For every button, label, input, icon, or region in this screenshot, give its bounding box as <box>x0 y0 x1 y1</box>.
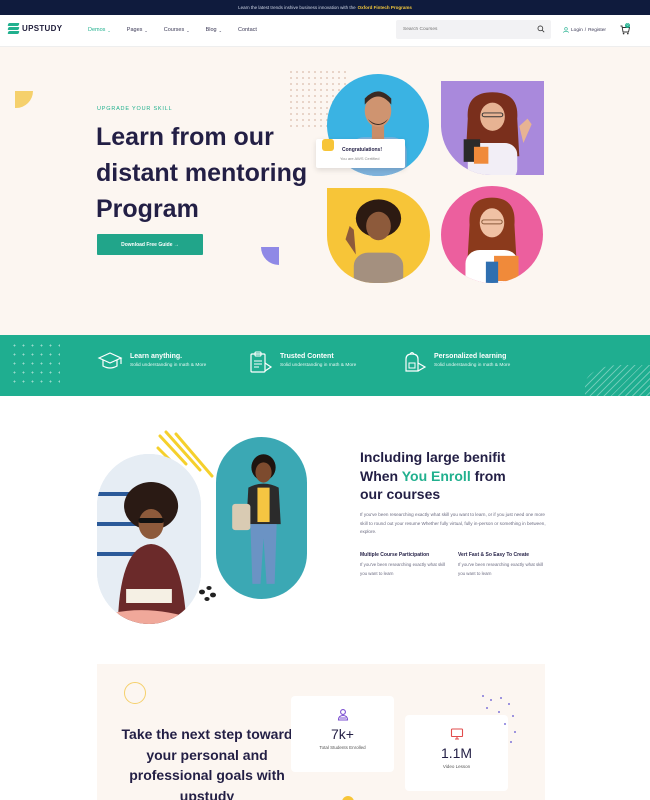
clipboard-icon <box>250 351 273 373</box>
pebbles-decoration <box>199 586 216 601</box>
feature-personalized-learning: Personalized learning Solid understandin… <box>401 351 510 373</box>
chevron-down-icon: ⌄ <box>144 27 148 33</box>
auth-separator: / <box>584 27 587 33</box>
feature-subtitle: Solid understanding in math & More <box>434 363 511 368</box>
auth-links: Login / Register <box>563 27 606 33</box>
user-icon <box>563 27 569 33</box>
stats-title: Take the next step toward your personal … <box>121 726 293 800</box>
chevron-down-icon: ⌄ <box>107 27 111 33</box>
perk-fast-easy: Vert Fast & So Easy To Create If you've … <box>458 551 548 579</box>
perk-text: If you've been researching exactly what … <box>458 562 544 576</box>
feature-trusted-content: Trusted Content Solid understanding in m… <box>247 351 356 373</box>
certificate-icon <box>322 139 334 151</box>
chevron-down-icon: ⌄ <box>186 27 190 33</box>
feature-title: Personalized learning <box>434 353 507 360</box>
feature-learn-anything: Learn anything. Solid understanding in m… <box>97 351 206 373</box>
hero-kicker: UPGRADE YOUR SKILL <box>97 106 173 112</box>
nav-label: Pages <box>126 27 143 33</box>
users-icon <box>337 709 348 721</box>
announcement-link[interactable]: Oxford Fintech Programs <box>358 5 412 10</box>
search-icon[interactable] <box>537 25 545 33</box>
hero-title: Learn from our distant mentoring Program <box>96 123 308 223</box>
student-photo <box>441 186 543 283</box>
congratulations-card: Congratulations! You are AWS Certified <box>316 139 405 168</box>
chevron-down-icon: ⌄ <box>218 27 222 33</box>
stat-label: Total Students Enrolled <box>319 745 366 750</box>
main-nav: Demos ⌄ Pages ⌄ Courses ⌄ Blog ⌄ Contact <box>88 27 257 33</box>
login-link[interactable]: Login <box>571 28 583 33</box>
decorative-shape <box>261 247 279 265</box>
stripe-pattern <box>585 365 650 396</box>
register-link[interactable]: Register <box>588 28 606 33</box>
student-photo <box>441 81 544 175</box>
backpack-icon <box>405 352 427 372</box>
decorative-shape <box>15 91 33 108</box>
logo[interactable]: UPSTUDY <box>7 23 63 34</box>
benefit-title-line: our courses <box>360 486 441 502</box>
graduation-cap-icon <box>97 352 123 369</box>
search-input[interactable] <box>403 24 528 35</box>
perk-multiple-course: Multiple Course Participation If you've … <box>360 551 450 579</box>
nav-item-demos[interactable]: Demos ⌄ <box>88 27 111 33</box>
nav-item-pages[interactable]: Pages ⌄ <box>127 27 148 33</box>
search-box <box>396 20 551 39</box>
perk-title: Multiple Course Participation <box>360 552 430 558</box>
features-band: Learn anything. Solid understanding in m… <box>0 335 650 396</box>
benefit-title-line: Including large benifit <box>360 449 506 465</box>
student-photo <box>97 454 201 624</box>
benefit-title-line: When You Enroll from <box>360 467 530 486</box>
feature-title: Learn anything. <box>130 353 183 360</box>
monitor-icon <box>450 728 463 740</box>
nav-item-blog[interactable]: Blog ⌄ <box>206 27 222 33</box>
stat-label: Video Lesson <box>442 764 471 769</box>
announcement-bar: Learn the latest trends inshive business… <box>0 0 650 15</box>
cart-count-badge: 0 <box>625 23 630 28</box>
dot-pattern <box>482 695 516 743</box>
stats-section: Take the next step toward your personal … <box>97 664 545 800</box>
feature-subtitle: Solid understanding in math & More <box>280 363 357 368</box>
nav-item-courses[interactable]: Courses ⌄ <box>164 27 190 33</box>
download-guide-button[interactable]: Download Free Guide → <box>97 234 203 255</box>
navbar: UPSTUDY Demos ⌄ Pages ⌄ Courses ⌄ Blog ⌄ Con… <box>0 15 650 47</box>
stat-icon-peek <box>342 796 354 800</box>
stat-card-students: 7k+ Total Students Enrolled <box>291 696 394 772</box>
nav-item-contact[interactable]: Contact <box>238 27 257 33</box>
benefit-description: If you've been researching exactly what … <box>360 512 546 535</box>
feature-subtitle: Solid understanding in math & More <box>130 363 207 368</box>
benefit-title-text: from <box>470 467 506 484</box>
benefit-title-text: When <box>360 467 402 484</box>
congrats-title: Congratulations! <box>342 147 382 153</box>
dot-pattern <box>10 341 60 389</box>
nav-label: Blog <box>205 27 217 33</box>
perk-title: Vert Fast & So Easy To Create <box>458 552 530 558</box>
logo-text: UPSTUDY <box>22 24 63 33</box>
logo-icon <box>7 23 20 34</box>
perk-text: If you've been researching exactly what … <box>360 562 446 576</box>
hero-section: UPGRADE YOUR SKILL Learn from our distan… <box>0 47 650 335</box>
stat-value: 7k+ <box>331 726 354 742</box>
feature-title: Trusted Content <box>280 353 334 360</box>
decorative-ring <box>124 682 146 704</box>
announcement-text: Learn the latest trends inshive business… <box>238 5 356 10</box>
student-photo <box>216 437 307 599</box>
student-photo <box>327 188 430 283</box>
nav-label: Demos <box>88 27 106 33</box>
benefit-title-accent: You Enroll <box>401 467 471 484</box>
congrats-subtitle: You are AWS Certified <box>340 156 380 161</box>
benefit-title: Including large benifit When You Enroll … <box>360 448 530 504</box>
nav-label: Contact <box>237 27 257 33</box>
nav-label: Courses <box>163 27 185 33</box>
